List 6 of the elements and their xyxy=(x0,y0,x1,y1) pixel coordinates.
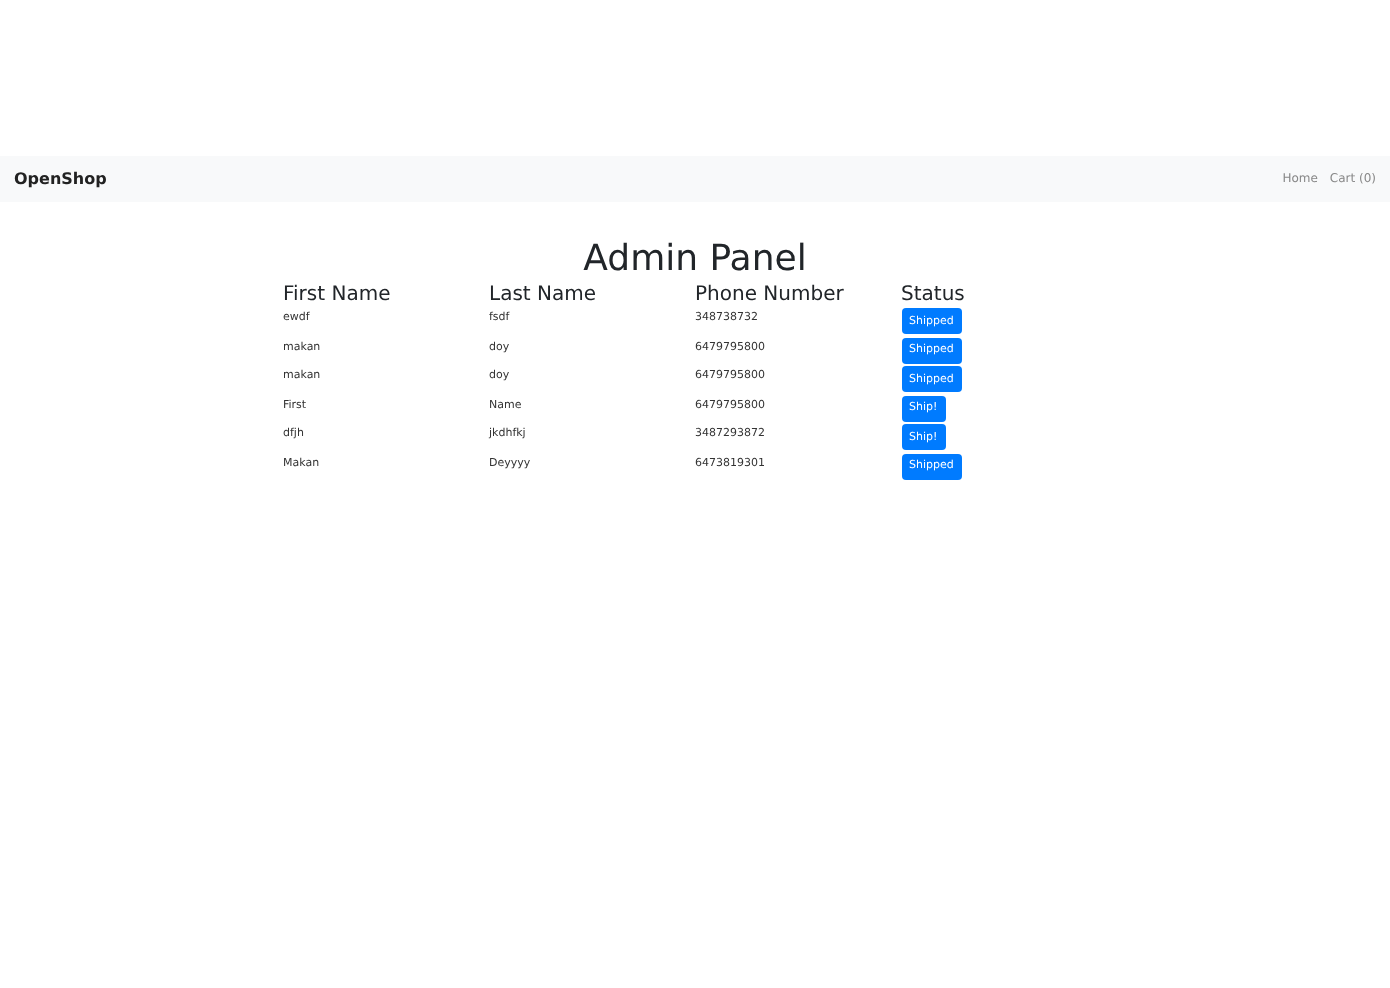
brand-link[interactable]: OpenShop xyxy=(14,170,107,188)
column-header: Status xyxy=(901,282,967,308)
column-header: First Name xyxy=(283,282,393,308)
page-title: Admin Panel xyxy=(581,238,809,282)
column-header: Last Name xyxy=(489,282,599,308)
column-header: Phone Number xyxy=(695,282,846,308)
